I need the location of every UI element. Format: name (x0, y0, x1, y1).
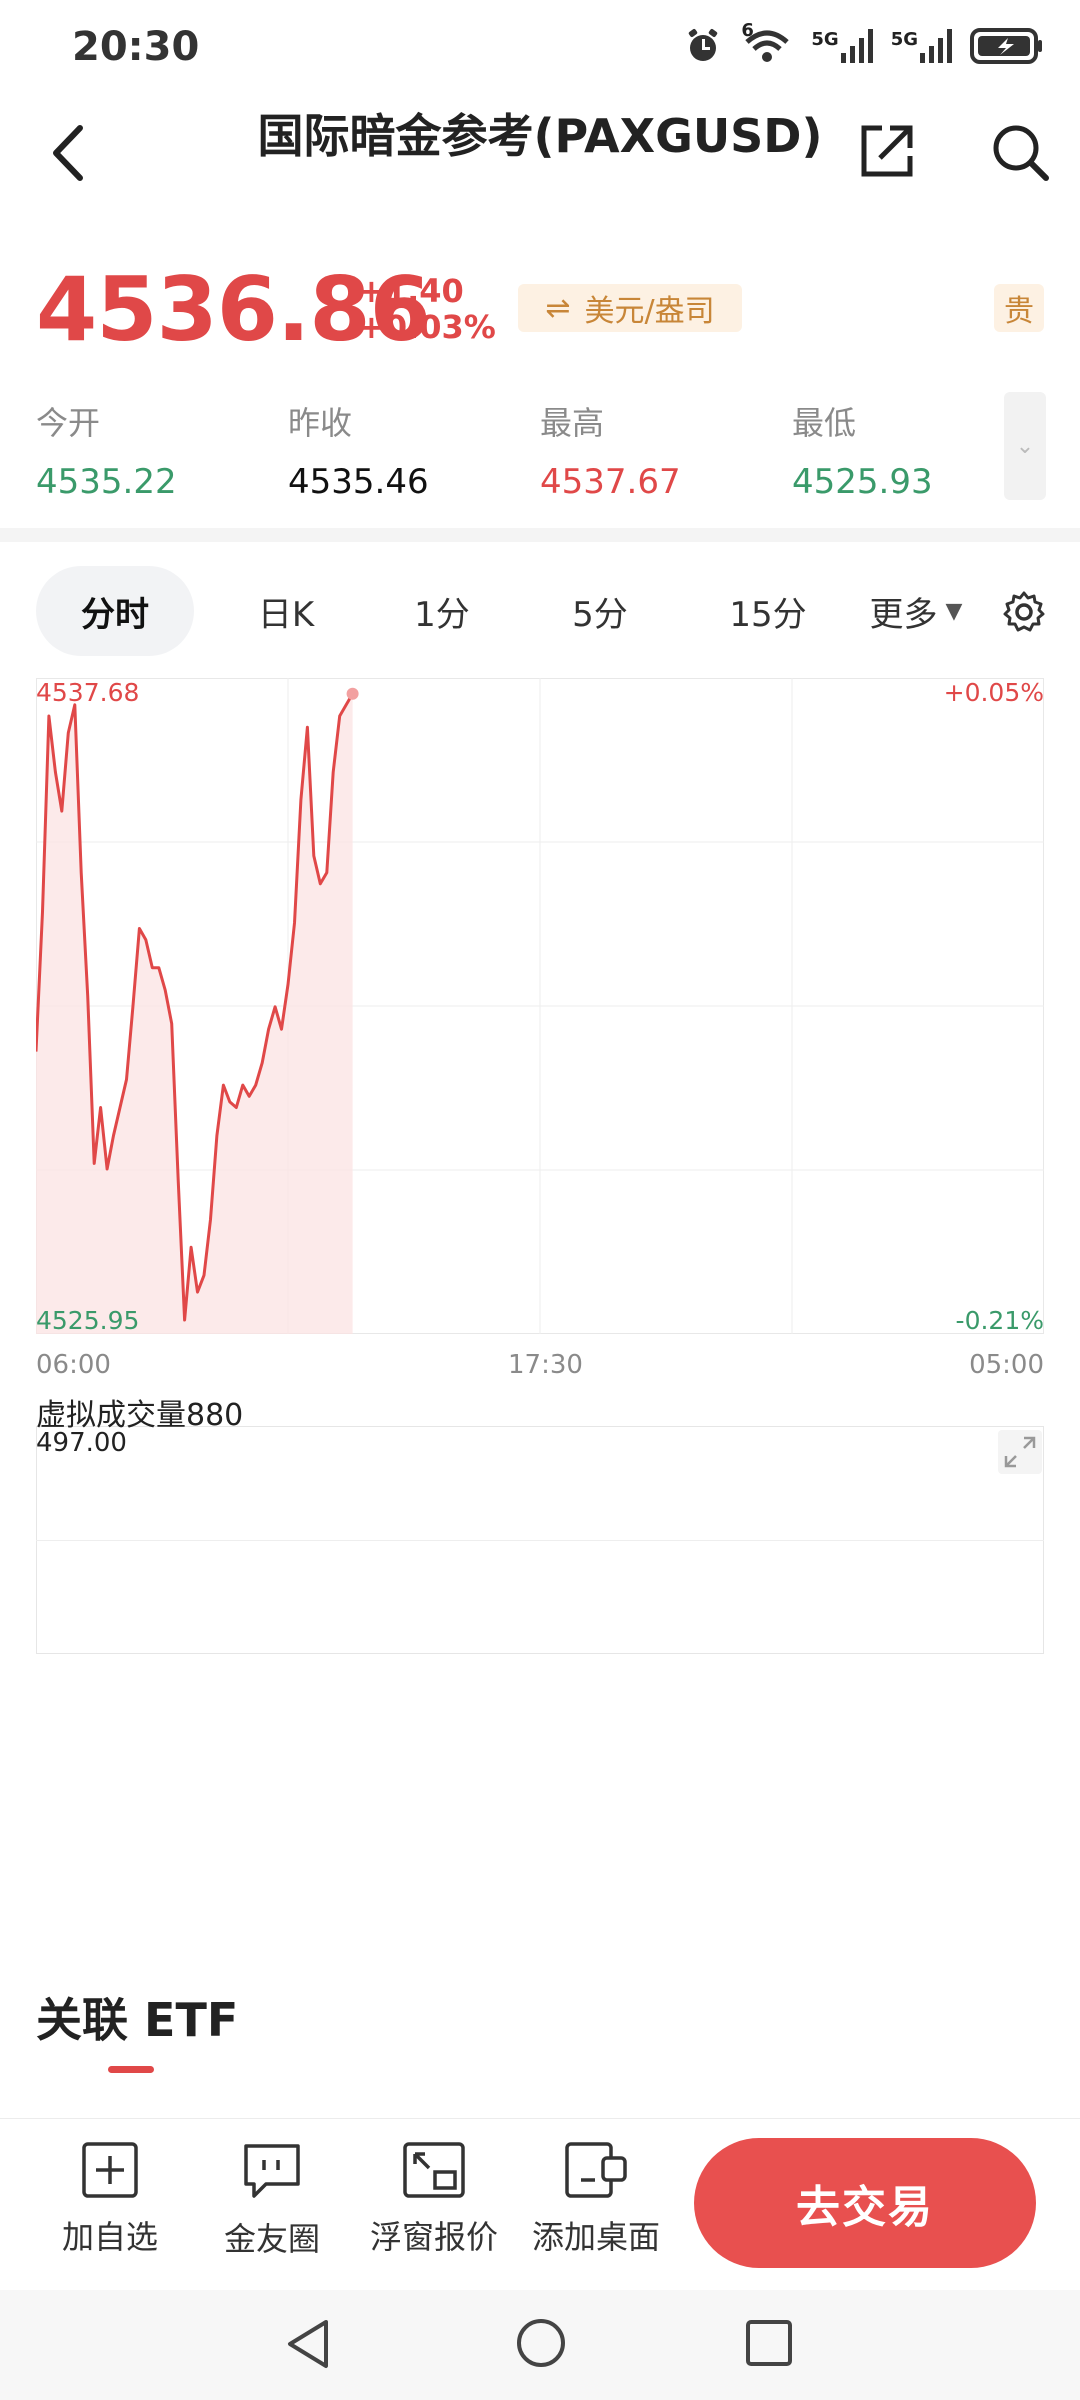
expand-arrows-icon (1004, 1436, 1036, 1468)
search-icon[interactable] (990, 122, 1050, 182)
float-window-icon (403, 2142, 465, 2198)
expand-stats-button[interactable]: ⌄ (1004, 392, 1046, 500)
y-axis-max: 4537.68 (36, 678, 140, 707)
chart-tabs: 分时 日K 1分 5分 15分 更多 ▼ (36, 566, 1046, 656)
add-watchlist-button[interactable]: 加自选 (30, 2140, 190, 2258)
wifi-icon: 6 (741, 20, 793, 66)
tab-daily-k[interactable]: 日K (236, 566, 336, 656)
chat-bubble-icon (244, 2144, 300, 2198)
stat-label-prev-close: 昨收 (288, 404, 353, 442)
etf-tab-indicator (108, 2066, 154, 2073)
related-etf-title[interactable]: 关联 ETF (36, 1984, 238, 2050)
nav-recents-icon[interactable] (744, 2318, 794, 2368)
stat-value-open: 4535.22 (36, 462, 177, 502)
category-tag: 贵 (994, 284, 1044, 332)
unit-toggle-button[interactable]: ⇌ 美元/盎司 (518, 284, 742, 332)
tab-1min[interactable]: 1分 (392, 566, 492, 656)
section-divider (0, 528, 1080, 542)
x-tick-end: 05:00 (969, 1350, 1044, 1380)
chevron-down-icon: ⌄ (1015, 433, 1035, 459)
status-icons: 6 5G 5G (683, 20, 1044, 66)
float-quote-button[interactable]: 浮窗报价 (354, 2140, 514, 2258)
plus-square-icon (82, 2142, 138, 2198)
price-chart[interactable] (36, 678, 1044, 1334)
share-icon[interactable] (858, 122, 916, 180)
tab-more[interactable]: 更多 ▼ (856, 566, 976, 656)
caret-down-icon: ▼ (945, 598, 963, 624)
volume-value: 497.00 (36, 1428, 127, 1458)
x-tick-mid: 17:30 (508, 1350, 583, 1380)
community-button[interactable]: 金友圈 (192, 2140, 352, 2260)
add-desktop-button[interactable]: 添加桌面 (516, 2140, 676, 2258)
tab-5min[interactable]: 5分 (550, 566, 650, 656)
y-axis-min: 4525.95 (36, 1306, 140, 1335)
stat-label-high: 最高 (540, 404, 605, 442)
trade-button[interactable]: 去交易 (694, 2138, 1036, 2268)
stat-value-prev-close: 4535.46 (288, 462, 429, 502)
signal-5g-1: 5G (811, 29, 873, 63)
stat-value-high: 4537.67 (540, 462, 681, 502)
fullscreen-button[interactable] (998, 1430, 1042, 1474)
price-change: +1.40 (358, 272, 464, 310)
stat-label-open: 今开 (36, 404, 101, 442)
status-time: 20:30 (72, 24, 200, 70)
price-area-fill (36, 693, 353, 1334)
tab-15min[interactable]: 15分 (708, 566, 828, 656)
system-nav-bar (0, 2290, 1080, 2400)
pct-axis-min: -0.21% (955, 1306, 1044, 1335)
swap-icon: ⇌ (545, 290, 571, 326)
tab-more-label: 更多 (869, 594, 938, 635)
x-tick-start: 06:00 (36, 1350, 111, 1380)
stat-value-low: 4525.93 (792, 462, 933, 502)
unit-label: 美元/盎司 (584, 294, 715, 329)
battery-icon (970, 28, 1042, 64)
price-change-percent: +0.03% (358, 308, 496, 346)
nav-back-icon[interactable] (282, 2316, 332, 2372)
alarm-icon (689, 29, 718, 61)
stat-label-low: 最低 (792, 404, 857, 442)
add-desktop-icon (565, 2142, 627, 2198)
pct-axis-max: +0.05% (943, 678, 1044, 707)
signal-5g-2: 5G (891, 29, 952, 63)
gear-icon[interactable] (1002, 590, 1046, 634)
tab-intraday[interactable]: 分时 (36, 566, 194, 656)
page-title: 国际暗金参考(PAXGUSD) (257, 109, 823, 163)
nav-home-icon[interactable] (514, 2316, 568, 2370)
current-price-dot (346, 687, 359, 700)
volume-gridline (36, 1540, 1044, 1541)
